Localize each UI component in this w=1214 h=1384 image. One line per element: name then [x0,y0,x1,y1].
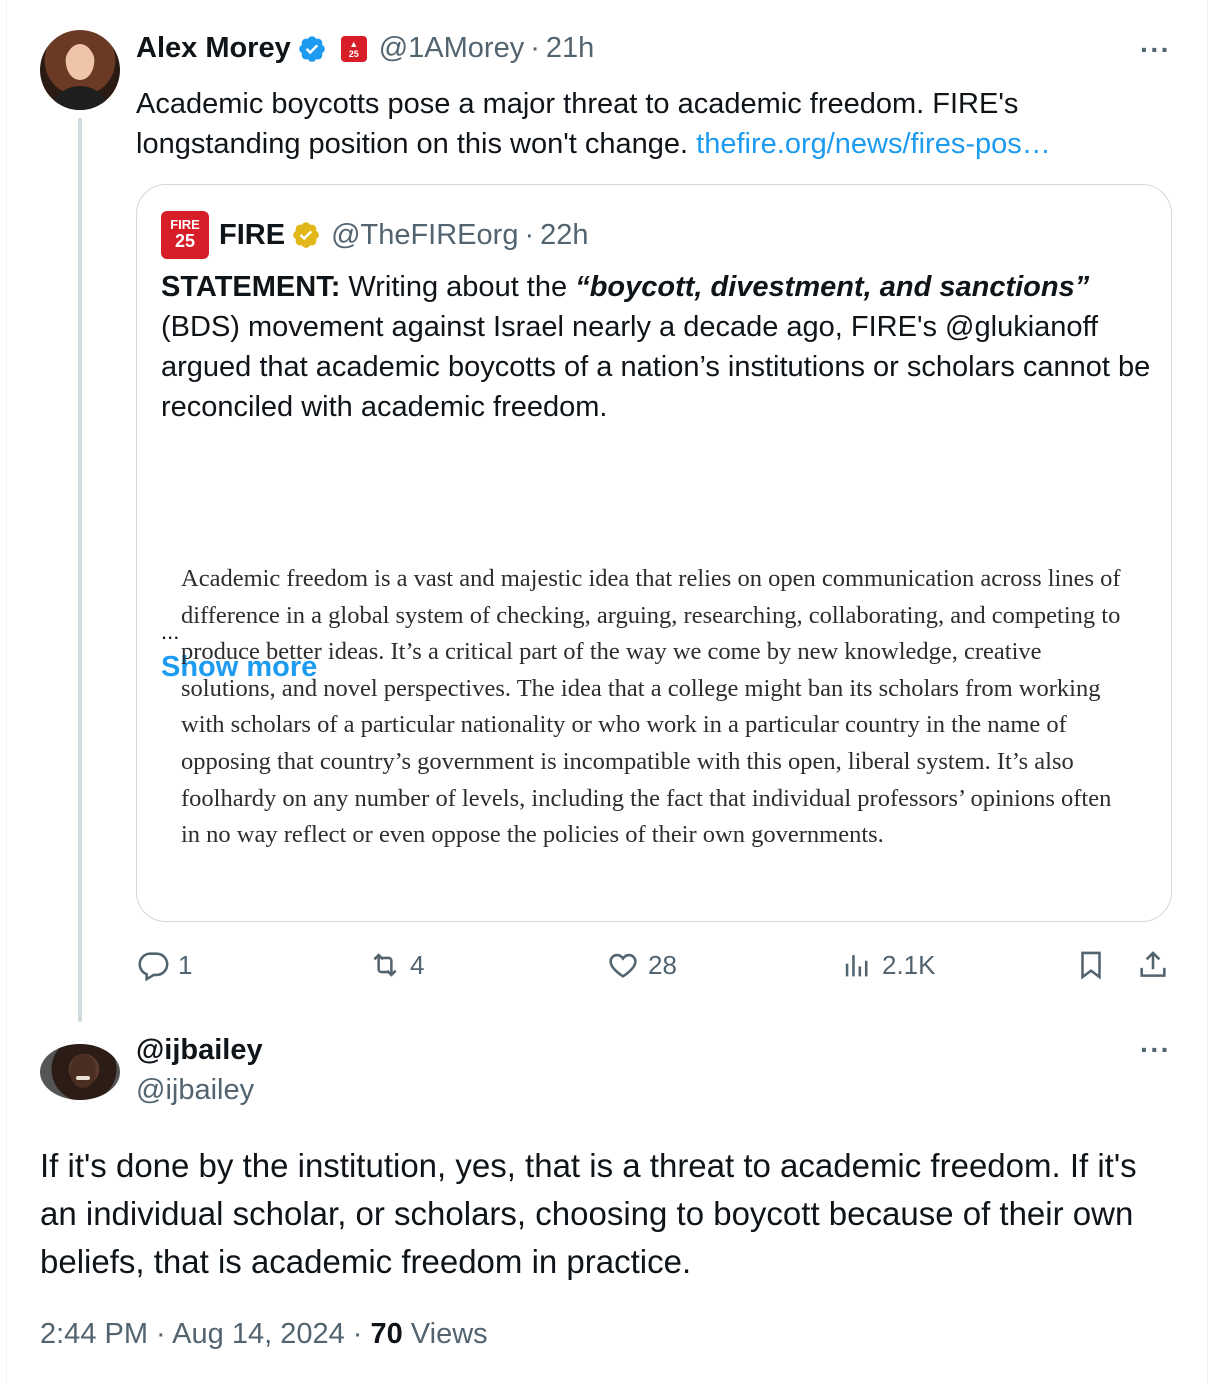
repost-count: 4 [410,949,425,980]
avatar-face [66,44,94,80]
statement-label: STATEMENT: [161,271,341,303]
logo-text-bottom: 25 [174,231,196,251]
quote-header: FIRE 25 FIRE @TheFIREorg · 22h [161,211,589,259]
repost-icon [373,953,397,977]
views-icon [845,955,868,977]
like-count: 28 [648,949,677,980]
avatar-ijbailey[interactable] [40,1044,120,1100]
reply-views-label: Views [402,1318,488,1350]
reply-meta: 2:44 PM · Aug 14, 2024 · 70 Views [40,1318,488,1351]
bookmark-icon [1081,951,1101,980]
avatar-alex-morey[interactable] [40,30,120,110]
fire-badge-icon: ▲ 25 [340,35,367,62]
logo-text-top: FIRE [170,217,200,232]
verified-badge-icon [298,35,325,62]
quote-text-part2: (BDS) movement against Israel nearly a d… [161,311,1151,423]
thread-connector-line [78,118,82,1022]
action-bar: 1 4 28 2.1K [136,948,1172,988]
quoted-tweet[interactable]: FIRE 25 FIRE @TheFIREorg · 22h STATEMENT… [136,184,1172,922]
share-icon [1140,951,1166,977]
share-button[interactable] [1136,948,1170,982]
quote-emphasis: “boycott, divestment, and sanctions” [575,271,1090,303]
avatar-body [50,86,110,110]
separator-dot: · [530,32,540,64]
views-count: 2.1K [882,949,936,980]
quote-image-text[interactable]: Academic freedom is a vast and majestic … [181,561,1121,901]
avatar-face [70,1054,96,1088]
reply-views-count: 70 [370,1318,403,1350]
more-icon[interactable]: ··· [1140,34,1171,66]
author-name[interactable]: Alex Morey [136,32,291,65]
more-icon[interactable]: ··· [1140,1034,1171,1066]
reply-author-handle[interactable]: @ijbailey [136,1074,254,1107]
tweet-body: Academic boycotts pose a major threat to… [136,84,1166,164]
reply-author-name[interactable]: @ijbailey [136,1034,263,1067]
quote-author-handle[interactable]: @TheFIREorg [331,219,518,252]
quote-ellipsis: ... [161,619,180,644]
bookmark-button[interactable] [1074,948,1108,982]
quote-time[interactable]: 22h [540,219,588,252]
reply-count: 1 [178,949,193,980]
reply-button[interactable]: 1 [136,948,192,982]
reply-timestamp[interactable]: 2:44 PM · Aug 14, 2024 · [40,1318,370,1350]
author-handle[interactable]: @1AMorey [379,32,524,65]
reply-body: If it's done by the institution, yes, th… [40,1147,1137,1280]
like-button[interactable]: 28 [606,948,677,982]
fire-logo-avatar[interactable]: FIRE 25 [161,211,209,259]
tweet-header: Alex Morey ▲ 25 @1AMorey · 21h [136,32,594,65]
quote-text: STATEMENT: Writing about the “boycott, d… [161,267,1151,427]
quote-author-name[interactable]: FIRE [219,219,285,252]
tweet-time[interactable]: 21h [546,32,594,65]
gold-verified-icon [293,222,319,248]
views-button[interactable]: 2.1K [840,948,936,982]
avatar-smile [76,1076,90,1080]
quote-text-part1: Writing about the [340,271,576,303]
reply-icon [138,952,169,982]
repost-button[interactable]: 4 [368,948,424,982]
tweet-link[interactable]: thefire.org/news/fires-pos… [696,128,1051,160]
like-icon [609,953,637,978]
separator-dot: · [524,218,535,251]
